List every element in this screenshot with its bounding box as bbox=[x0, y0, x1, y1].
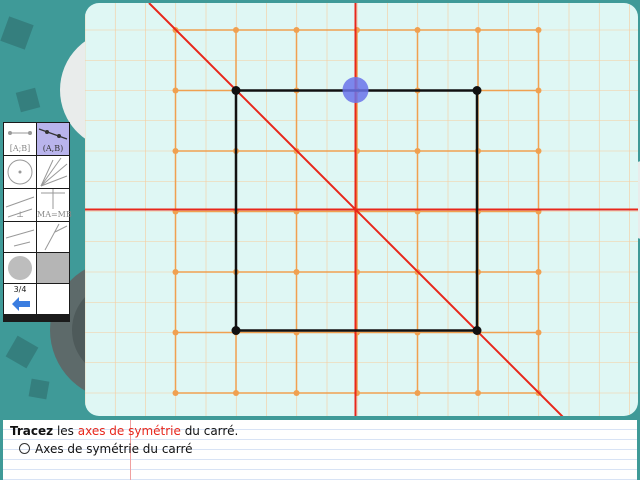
grid-point bbox=[414, 390, 421, 396]
instruction-text: Tracez les axes de symétrie du carré. bbox=[10, 424, 238, 438]
line-tool-label: (A,B) bbox=[42, 144, 64, 153]
drawing-canvas[interactable] bbox=[85, 3, 638, 416]
protractor-tool-button[interactable] bbox=[37, 222, 69, 252]
tool-palette: [A;B] (A,B) ⊥ MA=MB 3/4 bbox=[3, 122, 72, 322]
grid-point bbox=[414, 27, 421, 33]
midpoint-tool-button[interactable]: MA=MB bbox=[37, 189, 72, 221]
color-swatch-icon bbox=[8, 256, 32, 280]
task-label: Axes de symétrie du carré bbox=[35, 442, 193, 456]
grid-point bbox=[233, 27, 239, 33]
grid-point bbox=[475, 390, 481, 396]
segment-tool-label: [A;B] bbox=[9, 144, 31, 153]
square-vertex bbox=[472, 326, 482, 335]
grid-point bbox=[233, 390, 239, 396]
instruction-pre: les bbox=[53, 424, 78, 438]
grid-point bbox=[172, 87, 179, 94]
segment-tool-button[interactable]: [A;B] bbox=[4, 123, 36, 155]
shade-tool-button[interactable] bbox=[37, 253, 69, 283]
square-vertex bbox=[231, 326, 241, 335]
compass-icon bbox=[40, 157, 68, 187]
grid-point bbox=[535, 27, 542, 33]
ruler-tool-button[interactable] bbox=[4, 222, 36, 252]
grid-point bbox=[172, 148, 179, 154]
fill-color-button[interactable] bbox=[4, 253, 36, 283]
grid-point bbox=[293, 390, 300, 396]
grid-point bbox=[475, 27, 481, 33]
task-radio[interactable] bbox=[19, 443, 30, 454]
square-vertex bbox=[231, 86, 241, 95]
instruction-highlight: axes de symétrie bbox=[77, 424, 181, 438]
perpendicular-tool-label: ⊥ bbox=[16, 210, 24, 219]
grid-point bbox=[535, 87, 542, 94]
instruction-post: du carré. bbox=[180, 424, 239, 438]
square-vertex bbox=[472, 86, 482, 95]
grid-point bbox=[535, 269, 542, 275]
grid-point bbox=[535, 329, 542, 336]
perpendicular-tool-button[interactable]: ⊥ bbox=[4, 189, 36, 221]
ruler-icon bbox=[5, 229, 35, 247]
grid-point bbox=[293, 27, 300, 33]
circle-icon bbox=[7, 159, 33, 185]
compass-tool-button[interactable] bbox=[37, 156, 69, 188]
grid-point bbox=[414, 148, 421, 154]
line-tool-button[interactable]: (A,B) bbox=[37, 123, 69, 155]
grid-point bbox=[172, 390, 179, 396]
page-counter: 3/4 bbox=[13, 285, 27, 294]
protractor-icon bbox=[44, 223, 68, 251]
instruction-verb: Tracez bbox=[10, 424, 54, 438]
cursor-point bbox=[342, 77, 369, 103]
circle-tool-button[interactable] bbox=[4, 156, 36, 188]
empty-tool-slot bbox=[37, 284, 69, 314]
grid-point bbox=[172, 269, 179, 275]
grid-point bbox=[172, 329, 179, 336]
grid-point bbox=[535, 148, 542, 154]
grid-point bbox=[293, 269, 300, 275]
instruction-panel: Tracez les axes de symétrie du carré. Ax… bbox=[3, 420, 637, 480]
midpoint-tool-label: MA=MB bbox=[37, 210, 72, 219]
undo-button[interactable]: 3/4 bbox=[4, 284, 36, 314]
task-item[interactable]: Axes de symétrie du carré bbox=[19, 442, 193, 456]
